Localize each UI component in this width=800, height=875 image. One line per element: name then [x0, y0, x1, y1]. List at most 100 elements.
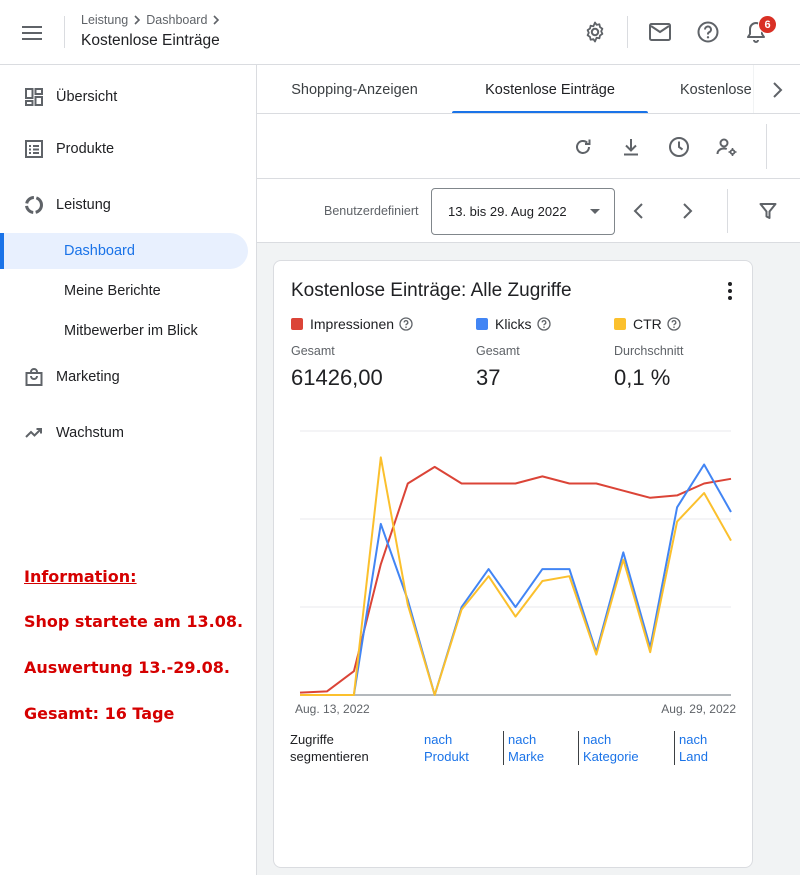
- segment-label-line: Zugriffe: [290, 732, 334, 747]
- x-axis-end-label: Aug. 29, 2022: [661, 702, 736, 716]
- filter-divider: [727, 189, 728, 233]
- tab-label: Shopping-Anzeigen: [291, 81, 418, 98]
- metric-sub: Gesamt: [291, 344, 335, 358]
- sidebar-subitem-label: Dashboard: [64, 243, 135, 259]
- sidebar-item-leistung[interactable]: Leistung: [0, 186, 256, 224]
- metric-value: 37: [476, 365, 501, 390]
- dashboard-icon: [24, 87, 44, 107]
- sidebar-item-label: Leistung: [56, 197, 111, 213]
- metric-value: 61426,00: [291, 365, 383, 390]
- segment-link-line: nach: [679, 732, 708, 747]
- shopping-bag-icon: [24, 367, 44, 387]
- tab-label: Kostenlose: [680, 81, 752, 98]
- segment-link-produkt[interactable]: nach Produkt: [420, 731, 469, 765]
- toolbar: [257, 114, 800, 179]
- more-options-icon[interactable]: [718, 279, 742, 303]
- previous-period-icon[interactable]: [625, 197, 653, 225]
- x-axis-start-label: Aug. 13, 2022: [295, 702, 370, 716]
- info-note-line: Gesamt: 16 Tage: [24, 704, 175, 723]
- download-icon[interactable]: [616, 132, 646, 162]
- tab-scroll-right-icon[interactable]: [753, 65, 800, 113]
- tab-shopping-anzeigen[interactable]: Shopping-Anzeigen: [272, 65, 437, 113]
- segment-link-line: Produkt: [424, 749, 469, 764]
- breadcrumb-leistung[interactable]: Leistung: [81, 13, 128, 27]
- metric-klicks[interactable]: Klicks Gesamt 37: [476, 315, 551, 391]
- notification-badge: 6: [758, 15, 777, 34]
- refresh-icon[interactable]: [568, 132, 598, 162]
- list-icon: [24, 139, 44, 159]
- sidebar-subitem-label: Meine Berichte: [64, 283, 161, 299]
- sidebar-item-label: Produkte: [56, 141, 115, 157]
- sidebar-subitem-mitbewerber[interactable]: Mitbewerber im Blick: [0, 313, 248, 349]
- mail-icon[interactable]: [645, 17, 675, 47]
- chevron-right-icon: [213, 15, 220, 25]
- sidebar-subitem-meine-berichte[interactable]: Meine Berichte: [0, 273, 248, 309]
- chart-series-ctr[interactable]: [300, 456, 732, 696]
- traffic-line-chart: Aug. 13, 2022 Aug. 29, 2022: [295, 430, 736, 716]
- sidebar-item-produkte[interactable]: Produkte: [0, 130, 256, 168]
- segment-link-line: nach: [424, 732, 453, 747]
- segment-link-land[interactable]: nach Land: [674, 731, 708, 765]
- sidebar-item-marketing[interactable]: Marketing: [0, 358, 256, 396]
- header-divider: [64, 16, 65, 48]
- header-divider: [627, 16, 628, 48]
- sidebar-item-label: Wachstum: [56, 425, 124, 441]
- next-period-icon[interactable]: [673, 197, 701, 225]
- segment-link-line: nach: [508, 732, 537, 747]
- tab-label: Kostenlose Einträge: [485, 81, 615, 98]
- filter-bar: Benutzerdefiniert 13. bis 29. Aug 2022: [257, 179, 800, 243]
- hamburger-menu-icon[interactable]: [16, 17, 48, 49]
- page-title: Kostenlose Einträge: [81, 32, 220, 49]
- info-note-line: Shop startete am 13.08.: [24, 612, 244, 631]
- legend-swatch-red: [291, 318, 303, 330]
- date-range-type-label: Benutzerdefiniert: [324, 204, 419, 218]
- breadcrumb: Leistung Dashboard: [81, 13, 223, 27]
- sidebar-subitem-dashboard[interactable]: Dashboard: [0, 233, 248, 269]
- help-icon[interactable]: [667, 317, 681, 331]
- help-icon[interactable]: [536, 317, 551, 331]
- breadcrumb-dashboard[interactable]: Dashboard: [146, 13, 207, 27]
- segment-label: Zugriffe segmentieren: [290, 731, 369, 765]
- info-note-line: Auswertung 13.-29.08.: [24, 658, 230, 677]
- tab-kostenlose-more[interactable]: Kostenlose: [680, 65, 760, 113]
- caret-down-icon: [590, 209, 600, 214]
- main-content: Shopping-Anzeigen Kostenlose Einträge Ko…: [257, 65, 800, 875]
- metric-name: Klicks: [495, 316, 532, 332]
- history-clock-icon[interactable]: [664, 132, 694, 162]
- metric-sub: Gesamt: [476, 344, 520, 358]
- sidebar-item-label: Übersicht: [56, 89, 118, 105]
- metric-name: CTR: [633, 316, 662, 332]
- chart-series-impressionen[interactable]: [299, 465, 732, 694]
- top-bar: Leistung Dashboard Kostenlose Einträge 6: [0, 0, 800, 65]
- settings-gear-icon[interactable]: [580, 17, 610, 47]
- help-icon[interactable]: [693, 17, 723, 47]
- segment-link-line: Kategorie: [583, 749, 639, 764]
- chevron-right-icon: [134, 15, 141, 25]
- metric-sub: Durchschnitt: [614, 344, 684, 358]
- sidebar-item-uebersicht[interactable]: Übersicht: [0, 78, 256, 116]
- metric-name: Impressionen: [310, 316, 395, 332]
- filter-icon[interactable]: [754, 197, 782, 225]
- legend-swatch-blue: [476, 318, 488, 330]
- segment-link-kategorie[interactable]: nach Kategorie: [578, 731, 639, 765]
- metric-value: 0,1 %: [614, 365, 671, 390]
- help-icon[interactable]: [399, 317, 413, 331]
- chart-series-klicks[interactable]: [300, 463, 732, 696]
- segment-link-marke[interactable]: nach Marke: [503, 731, 544, 765]
- sidebar-subitem-label: Mitbewerber im Blick: [64, 323, 198, 339]
- trending-up-icon: [24, 423, 44, 443]
- tab-kostenlose-eintraege[interactable]: Kostenlose Einträge: [452, 65, 648, 113]
- sidebar-item-wachstum[interactable]: Wachstum: [0, 414, 256, 452]
- segment-label-line: segmentieren: [290, 749, 369, 764]
- toolbar-divider: [766, 124, 767, 169]
- card-title: Kostenlose Einträge: Alle Zugriffe: [291, 280, 572, 301]
- date-range-select[interactable]: 13. bis 29. Aug 2022: [431, 188, 615, 235]
- segment-link-line: Marke: [508, 749, 545, 764]
- legend-swatch-yellow: [614, 318, 626, 330]
- segment-link-line: nach: [583, 732, 612, 747]
- metric-impressionen[interactable]: Impressionen Gesamt 61426,00: [291, 315, 413, 391]
- traffic-card: Kostenlose Einträge: Alle Zugriffe Impre…: [273, 260, 753, 868]
- date-range-value: 13. bis 29. Aug 2022: [448, 204, 567, 219]
- manage-access-icon[interactable]: [712, 132, 742, 162]
- metric-ctr[interactable]: CTR Durchschnitt 0,1 %: [614, 315, 683, 391]
